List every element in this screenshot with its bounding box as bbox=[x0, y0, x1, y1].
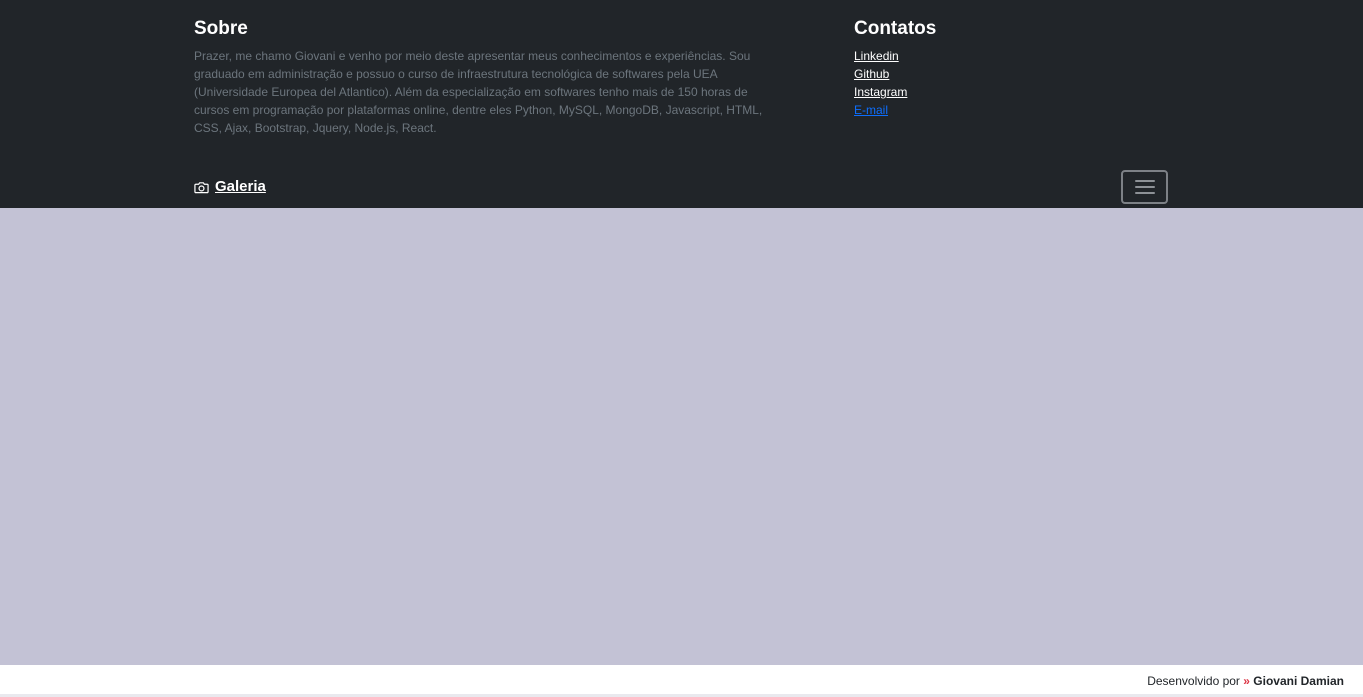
navbar-toggler-button[interactable] bbox=[1121, 170, 1168, 204]
contacts-list: Linkedin Github Instagram E-mail bbox=[854, 47, 1154, 119]
instagram-link[interactable]: Instagram bbox=[854, 85, 907, 99]
linkedin-link[interactable]: Linkedin bbox=[854, 49, 899, 63]
about-text: Prazer, me chamo Giovani e venho por mei… bbox=[194, 49, 763, 135]
email-link[interactable]: E-mail bbox=[854, 103, 888, 117]
hamburger-menu-icon bbox=[1134, 180, 1155, 194]
footer-arrow-icon: » bbox=[1243, 674, 1250, 688]
gallery-content-area bbox=[0, 208, 1363, 665]
footer-author: Giovani Damian bbox=[1253, 674, 1344, 688]
top-header: Sobre Prazer, me chamo Giovani e venho p… bbox=[0, 0, 1363, 208]
camera-icon bbox=[194, 181, 209, 193]
brand-label: Galeria bbox=[215, 178, 266, 195]
contacts-section: Contatos Linkedin Github Instagram E-mai… bbox=[854, 18, 1154, 119]
contacts-heading: Contatos bbox=[854, 18, 937, 39]
footer-prefix: Desenvolvido por bbox=[1147, 674, 1240, 688]
github-link[interactable]: Github bbox=[854, 67, 889, 81]
page-footer: Desenvolvido por » Giovani Damian bbox=[0, 665, 1363, 697]
about-section: Sobre Prazer, me chamo Giovani e venho p… bbox=[194, 18, 764, 137]
navbar-brand[interactable]: Galeria bbox=[194, 178, 266, 196]
footer-credit: Desenvolvido por » Giovani Damian bbox=[1147, 673, 1344, 689]
about-heading: Sobre bbox=[194, 18, 248, 39]
